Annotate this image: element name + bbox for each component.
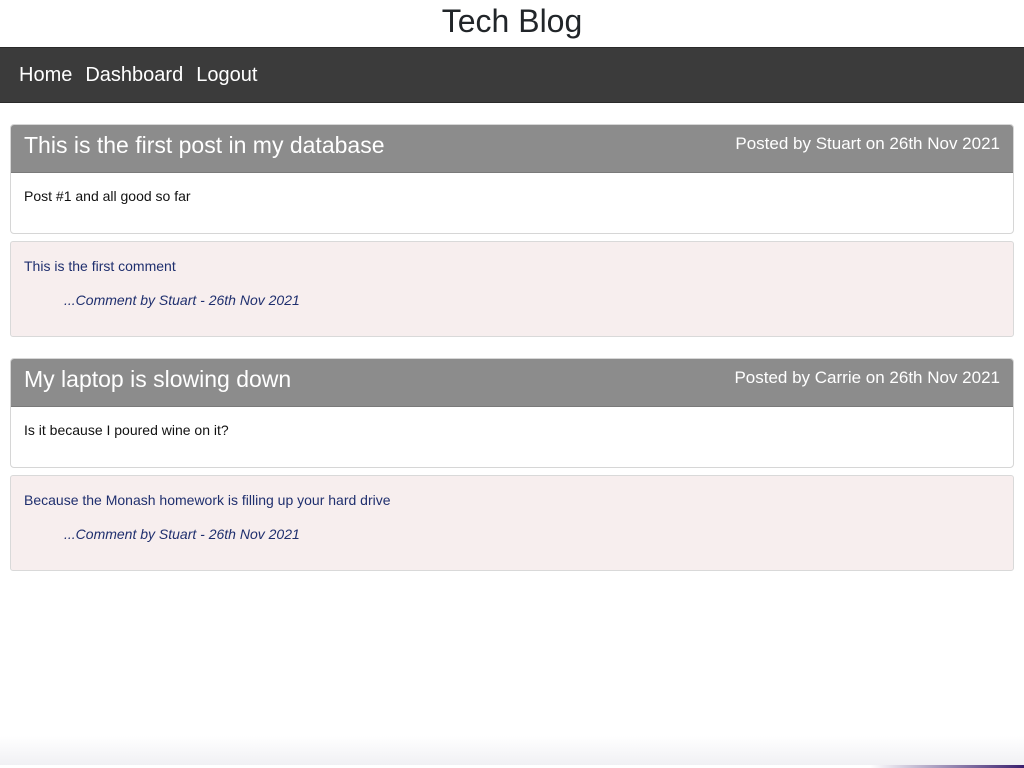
post-card[interactable]: My laptop is slowing down Posted by Carr… — [10, 358, 1014, 468]
comment-byline: ...Comment by Stuart - 26th Nov 2021 — [64, 526, 300, 542]
nav-home-link[interactable]: Home — [19, 64, 72, 87]
post-meta: Posted by Carrie on 26th Nov 2021 — [734, 368, 1000, 387]
post-list: This is the first post in my database Po… — [0, 103, 1024, 571]
post-header: My laptop is slowing down Posted by Carr… — [11, 359, 1013, 407]
comment-card: This is the first comment ...Comment by … — [10, 241, 1014, 337]
comment-card: Because the Monash homework is filling u… — [10, 475, 1014, 571]
post-title[interactable]: This is the first post in my database — [24, 134, 385, 157]
post-title[interactable]: My laptop is slowing down — [24, 368, 291, 391]
comment-text: This is the first comment — [24, 258, 176, 274]
post-body: Post #1 and all good so far — [24, 188, 191, 204]
post-header: This is the first post in my database Po… — [11, 125, 1013, 173]
nav-dashboard-link[interactable]: Dashboard — [85, 64, 183, 87]
nav-logout-link[interactable]: Logout — [196, 64, 257, 87]
comment-text: Because the Monash homework is filling u… — [24, 492, 391, 508]
window-bottom-shadow — [0, 736, 1024, 768]
main-navbar: Home Dashboard Logout — [0, 47, 1024, 103]
post-body: Is it because I poured wine on it? — [24, 422, 229, 438]
post-block: My laptop is slowing down Posted by Carr… — [10, 358, 1014, 571]
comment-byline: ...Comment by Stuart - 26th Nov 2021 — [64, 292, 300, 308]
post-meta: Posted by Stuart on 26th Nov 2021 — [735, 134, 1000, 153]
post-card[interactable]: This is the first post in my database Po… — [10, 124, 1014, 234]
site-title: Tech Blog — [441, 3, 583, 39]
post-block: This is the first post in my database Po… — [10, 124, 1014, 337]
